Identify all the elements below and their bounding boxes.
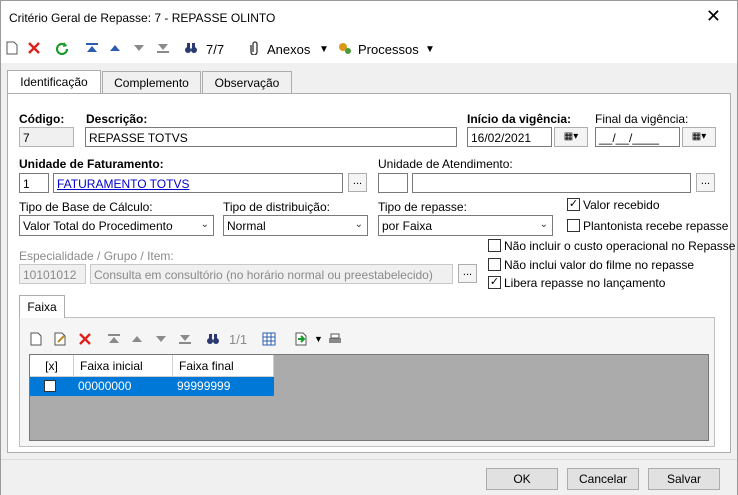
dialog-window: Critério Geral de Repasse: 7 - REPASSE O… — [0, 0, 738, 495]
calendar-icon[interactable]: ▦▾ — [554, 127, 588, 147]
tipo-repasse-select[interactable]: por Faixa ⌄ — [378, 215, 553, 236]
especialidade-description: Consulta em consultório (no horário norm… — [90, 264, 453, 284]
unidade-atendimento-label: Unidade de Atendimento: — [378, 157, 513, 171]
previous-record-icon[interactable] — [130, 332, 144, 346]
inicio-vigencia-label: Início da vigência: — [467, 112, 572, 126]
dialog-footer: OK Cancelar Salvar — [1, 459, 737, 495]
chevron-down-icon: ⌄ — [200, 219, 209, 230]
import-icon[interactable] — [294, 332, 308, 346]
window-title: Critério Geral de Repasse: 7 - REPASSE O… — [9, 11, 276, 25]
previous-record-icon[interactable] — [108, 41, 122, 55]
row-checkbox[interactable] — [44, 380, 56, 392]
edit-icon[interactable] — [53, 332, 67, 346]
first-record-icon[interactable] — [85, 41, 99, 55]
inicio-vigencia-field[interactable]: 16/02/2021 — [467, 127, 552, 147]
chevron-down-icon: ⌄ — [354, 219, 363, 230]
delete-icon[interactable] — [78, 332, 92, 346]
tab-complemento[interactable]: Complemento — [102, 71, 201, 93]
unidade-atendimento-name[interactable] — [412, 173, 691, 193]
binoculars-icon[interactable] — [206, 332, 220, 346]
chevron-down-icon[interactable]: ▼ — [314, 334, 323, 344]
unidade-faturamento-code[interactable]: 1 — [19, 173, 49, 193]
paperclip-icon[interactable] — [247, 41, 261, 55]
nao-incluir-filme-checkbox[interactable] — [488, 258, 501, 271]
tipo-distribuicao-label: Tipo de distribuição: — [223, 200, 330, 214]
tipo-distribuicao-select[interactable]: Normal ⌄ — [223, 215, 368, 236]
unidade-faturamento-label: Unidade de Faturamento: — [19, 157, 164, 171]
new-document-icon[interactable] — [5, 41, 19, 55]
unidade-atendimento-code[interactable] — [378, 173, 408, 193]
valor-recebido-checkbox[interactable]: ✓ — [567, 198, 580, 211]
tipo-base-select[interactable]: Valor Total do Procedimento ⌄ — [19, 215, 214, 236]
close-icon[interactable]: ✕ — [706, 7, 721, 25]
grid-header-faixa-inicial[interactable]: Faixa inicial — [74, 355, 173, 377]
cancel-button[interactable]: Cancelar — [567, 468, 639, 490]
refresh-icon[interactable] — [55, 41, 69, 55]
title-bar: Critério Geral de Repasse: 7 - REPASSE O… — [1, 1, 737, 33]
tab-faixa[interactable]: Faixa — [19, 295, 65, 318]
grid-header-select[interactable]: [x] — [30, 355, 74, 377]
last-record-icon[interactable] — [156, 41, 170, 55]
tipo-base-value: Valor Total do Procedimento — [23, 219, 173, 233]
gears-icon[interactable] — [338, 41, 352, 55]
table-row-faixa-inicial[interactable]: 00000000 — [74, 377, 173, 396]
chevron-down-icon[interactable]: ▼ — [319, 44, 329, 55]
plantonista-label: Plantonista recebe repasse — [583, 219, 729, 233]
tipo-distribuicao-value: Normal — [227, 219, 266, 233]
tab-identificacao[interactable]: Identificação — [7, 70, 101, 94]
chevron-down-icon: ⌄ — [539, 219, 548, 230]
unidade-faturamento-link[interactable]: FATURAMENTO TOTVS — [57, 177, 189, 191]
grid-icon[interactable] — [262, 332, 276, 346]
processos-menu[interactable]: Processos — [358, 42, 419, 57]
faixa-record-position: 1/1 — [229, 332, 248, 347]
descricao-label: Descrição: — [86, 112, 148, 126]
last-record-icon[interactable] — [178, 332, 192, 346]
valor-recebido-label: Valor recebido — [583, 198, 660, 212]
delete-icon[interactable] — [27, 41, 41, 55]
next-record-icon[interactable] — [132, 41, 146, 55]
table-row-select-cell[interactable] — [30, 377, 74, 396]
nao-incluir-custo-checkbox[interactable] — [488, 239, 501, 252]
calendar-icon[interactable]: ▦▾ — [682, 127, 716, 147]
anexos-menu[interactable]: Anexos — [267, 42, 310, 57]
final-vigencia-field[interactable]: __/__/____ — [595, 127, 680, 147]
print-icon[interactable] — [328, 332, 342, 346]
main-toolbar: 7/7 Anexos ▼ Processos ▼ — [1, 33, 737, 63]
descricao-field[interactable]: REPASSE TOTVS — [85, 127, 457, 147]
new-document-icon[interactable] — [29, 332, 43, 346]
especialidade-code: 10101012 — [19, 264, 86, 284]
nao-incluir-custo-label: Não incluir o custo operacional no Repas… — [504, 239, 736, 253]
especialidade-lookup-button[interactable]: ... — [458, 264, 477, 283]
tipo-base-label: Tipo de Base de Cálculo: — [19, 200, 153, 214]
final-vigencia-label: Final da vigência: — [595, 112, 689, 126]
ok-button[interactable]: OK — [486, 468, 558, 490]
libera-repasse-checkbox[interactable]: ✓ — [488, 276, 501, 289]
binoculars-icon[interactable] — [184, 41, 198, 55]
plantonista-checkbox[interactable] — [567, 219, 580, 232]
unidade-faturamento-lookup-button[interactable]: ... — [348, 173, 367, 192]
unidade-faturamento-name[interactable]: FATURAMENTO TOTVS — [53, 173, 343, 193]
especialidade-label: Especialidade / Grupo / Item: — [19, 249, 174, 263]
table-row-faixa-final[interactable]: 99999999 — [173, 377, 274, 396]
faixa-grid: [x] Faixa inicial Faixa final 00000000 9… — [29, 354, 709, 441]
libera-repasse-label: Libera repasse no lançamento — [504, 276, 666, 290]
unidade-atendimento-lookup-button[interactable]: ... — [696, 173, 715, 192]
chevron-down-icon[interactable]: ▼ — [425, 44, 435, 55]
first-record-icon[interactable] — [107, 332, 121, 346]
nao-incluir-filme-label: Não inclui valor do filme no repasse — [504, 258, 695, 272]
next-record-icon[interactable] — [154, 332, 168, 346]
codigo-label: Código: — [19, 112, 65, 126]
grid-header-faixa-final[interactable]: Faixa final — [173, 355, 274, 377]
tipo-repasse-label: Tipo de repasse: — [378, 200, 467, 214]
tipo-repasse-value: por Faixa — [382, 219, 433, 233]
save-button[interactable]: Salvar — [648, 468, 720, 490]
record-position: 7/7 — [206, 42, 225, 57]
codigo-field: 7 — [19, 127, 74, 147]
tab-observacao[interactable]: Observação — [202, 71, 292, 93]
